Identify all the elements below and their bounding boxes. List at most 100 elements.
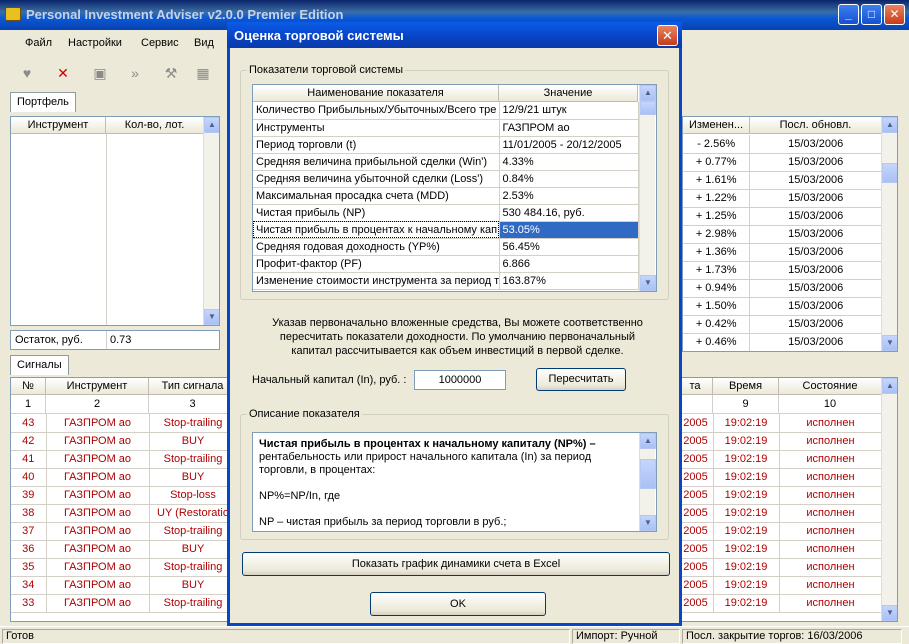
heart-icon[interactable]: ♥ [16,62,38,84]
quote-change-cell: + 1.61% [683,171,751,190]
metric-name-cell: Инструменты [253,119,500,137]
description-scrollbar[interactable]: ▲ ▼ [639,433,656,531]
signals-column-number: 9 [713,395,779,414]
portfolio-scrollbar[interactable]: ▲ ▼ [203,117,219,325]
quotes-table: - 2.56% 15/03/2006 + 0.77% 15/03/2006 + 1.61… [683,135,882,351]
quote-updated-cell: 15/03/2006 [749,153,882,172]
quotes-header-change[interactable]: Изменен... [683,117,750,134]
scroll-up-icon[interactable]: ▲ [204,117,219,133]
metric-value-cell: 2.53% [499,187,639,205]
signal-cell: ГАЗПРОМ ао [46,540,150,559]
quote-row[interactable]: + 0.77% 15/03/2006 [683,153,882,172]
quote-row[interactable]: - 2.56% 15/03/2006 [683,135,882,154]
delete-icon[interactable]: ✕ [52,62,74,84]
capital-label: Начальный капитал (In), руб. : [252,374,407,386]
chart-icon[interactable]: ▣ [89,62,111,84]
portfolio-header-qty[interactable]: Кол-во, лот. [106,117,204,134]
quote-updated-cell: 15/03/2006 [749,279,882,298]
signal-cell: ГАЗПРОМ ао [46,414,150,433]
metric-name-cell: Изменение стоимости инструмента за перио… [253,272,500,290]
signal-cell: Stop-trailing [149,522,238,541]
metric-row[interactable]: Чистая прибыль в процентах к начальному … [253,221,639,239]
scroll-up-icon[interactable]: ▲ [640,433,656,449]
quote-row[interactable]: + 1.61% 15/03/2006 [683,171,882,190]
menu-view[interactable]: Вид [194,37,214,49]
metrics-header-name[interactable]: Наименование показателя [253,85,499,102]
menu-settings[interactable]: Настройки [68,37,122,49]
signal-cell: Stop-loss [149,486,238,505]
ok-button[interactable]: OK [370,592,546,616]
metric-row[interactable]: Средняя годовая доходность (YP%) 56.45% [253,238,639,256]
quote-row[interactable]: + 2.98% 15/03/2006 [683,225,882,244]
quote-row[interactable]: + 1.36% 15/03/2006 [683,243,882,262]
quote-updated-cell: 15/03/2006 [749,207,882,226]
portfolio-header-instrument[interactable]: Инструмент [11,117,106,134]
metrics-header-value[interactable]: Значение [499,85,638,102]
description-box[interactable]: Чистая прибыль в процентах к начальному … [252,432,657,532]
close-window-button[interactable]: ✕ [884,4,905,25]
metric-row[interactable]: Средняя величина убыточной сделки (Loss'… [253,170,639,188]
scroll-up-icon[interactable]: ▲ [882,378,897,394]
signal-cell: 42 [11,432,47,451]
excel-chart-button[interactable]: Показать график динамики счета в Excel [242,552,670,576]
dialog-close-icon[interactable]: ✕ [657,25,678,46]
metric-row[interactable]: Количество Прибыльных/Убыточных/Всего тр… [253,102,639,120]
signals-header[interactable]: Инструмент [46,378,149,395]
scroll-thumb[interactable] [882,163,897,183]
metric-row[interactable]: Чистая прибыль (NP) 530 484.16, руб. [253,204,639,222]
quotes-scrollbar[interactable]: ▲ ▼ [881,117,897,351]
calculator-icon[interactable]: ▦ [192,62,214,84]
description-group-title: Описание показателя [249,408,360,420]
status-last-close: Посл. закрытие торгов: 16/03/2006 [682,629,902,644]
quote-updated-cell: 15/03/2006 [749,171,882,190]
quote-change-cell: + 1.22% [683,189,751,208]
metric-row[interactable]: Максимальная просадка счета (MDD) 2.53% [253,187,639,205]
scroll-down-icon[interactable]: ▼ [882,335,897,351]
quote-row[interactable]: + 1.73% 15/03/2006 [683,261,882,280]
recalculate-button[interactable]: Пересчитать [536,368,626,391]
capital-input[interactable] [414,370,506,390]
quote-row[interactable]: + 0.46% 15/03/2006 [683,333,882,351]
scroll-down-icon[interactable]: ▼ [640,275,656,291]
tools-icon[interactable]: ⚒ [160,62,182,84]
menu-service[interactable]: Сервис [141,37,179,49]
tab-signals[interactable]: Сигналы [10,355,69,375]
metric-row[interactable]: Средняя величина прибыльной сделки (Win'… [253,153,639,171]
quote-row[interactable]: + 1.22% 15/03/2006 [683,189,882,208]
signals-scrollbar[interactable]: ▲ ▼ [881,378,897,621]
forward-icon[interactable]: » [124,62,146,84]
signals-header[interactable]: та [678,378,713,395]
quote-row[interactable]: + 0.42% 15/03/2006 [683,315,882,334]
menu-file[interactable]: Файл [25,37,52,49]
quote-row[interactable]: + 1.50% 15/03/2006 [683,297,882,316]
signals-header[interactable]: № [11,378,46,395]
scroll-down-icon[interactable]: ▼ [882,605,897,621]
scroll-thumb[interactable] [640,101,656,115]
signal-cell: 36 [11,540,47,559]
metric-name-cell: Количество Прибыльных/Убыточных/Всего тр… [253,102,500,120]
quote-updated-cell: 15/03/2006 [749,243,882,262]
signal-cell: 41 [11,450,47,469]
evaluation-dialog: Оценка торговой системы ✕ Показатели тор… [227,22,682,626]
quote-row[interactable]: + 0.94% 15/03/2006 [683,279,882,298]
metric-row[interactable]: Профит-фактор (PF) 6.866 [253,255,639,273]
metrics-scrollbar[interactable]: ▲ ▼ [639,85,656,291]
scroll-thumb[interactable] [640,459,656,489]
minimize-button[interactable]: _ [838,4,859,25]
tab-portfolio[interactable]: Портфель [10,92,76,112]
scroll-down-icon[interactable]: ▼ [204,309,219,325]
maximize-button[interactable]: □ [861,4,882,25]
quote-row[interactable]: + 1.25% 15/03/2006 [683,207,882,226]
scroll-up-icon[interactable]: ▲ [882,117,897,133]
signals-header[interactable]: Время [713,378,779,395]
metric-row[interactable]: Изменение стоимости инструмента за перио… [253,272,639,290]
signals-header[interactable]: Тип сигнала [149,378,237,395]
metric-row[interactable]: Инструменты ГАЗПРОМ ао [253,119,639,137]
signals-header[interactable]: Состояние [779,378,882,395]
scroll-up-icon[interactable]: ▲ [640,85,656,101]
quotes-header-updated[interactable]: Посл. обновл. [750,117,882,134]
metric-value-cell: 0.84% [499,170,639,188]
signal-cell: BUY [149,432,238,451]
scroll-down-icon[interactable]: ▼ [640,515,656,531]
metric-row[interactable]: Период торговли (t) 11/01/2005 - 20/12/20… [253,136,639,154]
